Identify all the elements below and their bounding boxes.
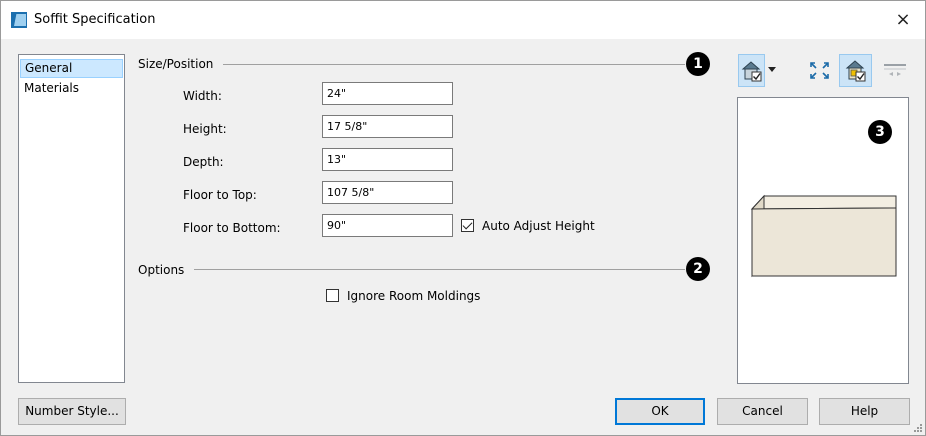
depth-label: Depth: (183, 155, 224, 169)
height-field[interactable]: 17 5/8" (322, 115, 453, 138)
depth-field[interactable]: 13" (322, 148, 453, 171)
show-selected-icon (845, 60, 866, 82)
width-field[interactable]: 24" (322, 82, 453, 105)
ignore-room-moldings-label[interactable]: Ignore Room Moldings (347, 289, 480, 303)
soffit-3d-preview (750, 194, 897, 278)
cancel-button[interactable]: Cancel (717, 398, 808, 425)
soffit-specification-dialog: Soffit Specification × General Materials… (0, 0, 926, 436)
auto-adjust-height-label[interactable]: Auto Adjust Height (482, 219, 595, 233)
preview-pane[interactable]: 3 (737, 97, 909, 384)
panel-list: General Materials (18, 54, 125, 383)
callout-2: 2 (686, 257, 710, 281)
app-icon (11, 12, 27, 28)
width-label: Width: (183, 89, 222, 103)
panel-item-materials[interactable]: Materials (20, 79, 123, 98)
view-options-dropdown[interactable] (765, 54, 779, 87)
size-position-heading: Size/Position (138, 57, 214, 71)
height-label: Height: (183, 122, 227, 136)
close-button[interactable]: × (889, 7, 917, 33)
options-rule (194, 269, 685, 270)
dialog-title: Soffit Specification (34, 12, 156, 27)
view-render-icon (741, 61, 762, 82)
floor-to-bottom-label: Floor to Bottom: (183, 221, 281, 235)
fill-window-button[interactable] (806, 54, 833, 87)
dropdown-arrow-icon (768, 67, 776, 72)
show-selected-button[interactable] (839, 54, 872, 87)
title-bar: Soffit Specification × (1, 1, 925, 39)
view-render-button[interactable] (738, 54, 765, 87)
fill-window-icon (810, 62, 829, 79)
floor-to-top-field[interactable]: 107 5/8" (322, 181, 453, 204)
help-button[interactable]: Help (819, 398, 910, 425)
reference-plane-button[interactable] (880, 54, 910, 87)
floor-to-bottom-field[interactable]: 90" (322, 214, 453, 237)
ignore-room-moldings-checkbox[interactable] (326, 289, 339, 302)
callout-1: 1 (686, 52, 710, 76)
options-heading: Options (138, 263, 185, 277)
reference-plane-icon (884, 64, 906, 76)
floor-to-top-label: Floor to Top: (183, 188, 257, 202)
ok-button[interactable]: OK (615, 398, 705, 425)
resize-grip-icon[interactable] (912, 422, 922, 432)
panel-item-general[interactable]: General (20, 59, 123, 78)
number-style-button[interactable]: Number Style... (18, 398, 126, 425)
size-position-rule (223, 64, 685, 65)
close-icon: × (895, 9, 911, 30)
auto-adjust-height-checkbox[interactable] (461, 219, 474, 232)
